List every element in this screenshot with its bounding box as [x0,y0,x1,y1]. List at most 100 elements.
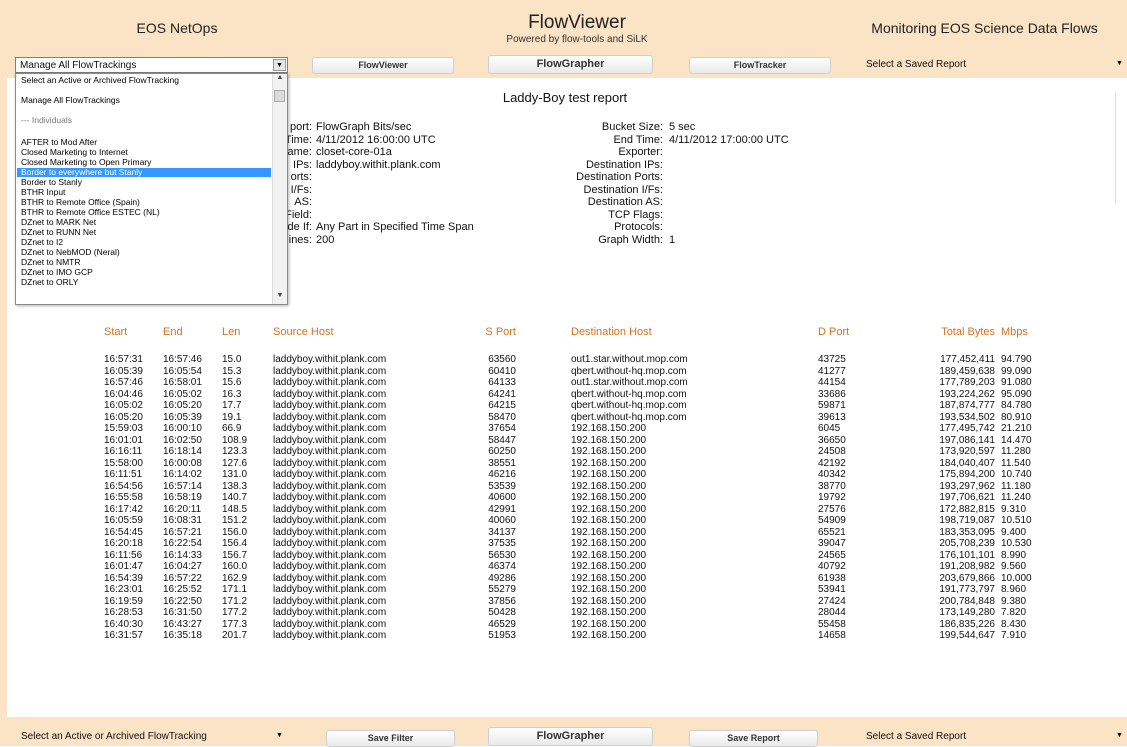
table-cell: laddyboy.withit.plank.com [273,572,387,584]
page-scrollbar[interactable] [1115,93,1126,203]
dropdown-option[interactable]: BTHR to Remote Office (Spain) [21,198,140,207]
app-title: FlowViewer [528,12,626,33]
dropdown-option[interactable]: DZnet to I2 [21,238,63,247]
table-cell: 11.240 [1001,492,1031,503]
table-row: 15:58:00 16:00:08 127.6 laddyboy.withit.pla… [0,458,1120,469]
table-cell: laddyboy.withit.plank.com [273,365,387,377]
dropdown-option[interactable]: DZnet to NebMOD (Neral) [21,248,120,257]
dropdown-option[interactable]: AFTER to Mod After [21,138,97,147]
table-cell: laddyboy.withit.plank.com [273,400,387,411]
dropdown-option[interactable]: Closed Marketing to Open Primary [21,158,151,167]
table-cell: laddyboy.withit.plank.com [273,607,387,618]
column-header: Total Bytes [941,326,995,338]
dropdown-option[interactable]: DZnet to MARK Net [21,218,96,227]
column-header: Mbps [1001,326,1028,338]
save-report-button[interactable]: Save Report [689,730,818,747]
dropdown-option[interactable]: Border to everywhere but Stanly [17,168,271,177]
param-value-left: 200 [316,233,335,246]
table-cell: laddyboy.withit.plank.com [273,457,387,469]
scroll-down-icon[interactable]: ▼ [273,292,287,304]
save-filter-button[interactable]: Save Filter [326,730,455,747]
dropdown-option[interactable]: DZnet to ORLY [21,278,78,287]
table-cell: 16:54:39 [104,572,143,584]
table-cell: laddyboy.withit.plank.com [273,584,387,595]
dropdown-option[interactable]: Closed Marketing to Internet [21,148,128,157]
table-cell: 15:59:03 [104,423,143,434]
report-title: Laddy-Boy test report [502,90,628,105]
dropdown-option[interactable]: BTHR to Remote Office ESTEC (NL) [21,208,160,217]
table-row: 16:28:53 16:31:50 177.2 laddyboy.withit.pla… [0,607,1120,618]
footer-flowgrapher-button[interactable]: FlowGrapher [488,727,653,746]
table-cell: 191,773,797 [939,584,995,595]
column-header: Start [104,326,128,338]
dropdown-option[interactable]: --- Individuals [21,116,72,125]
table-cell: laddyboy.withit.plank.com [273,561,387,572]
table-cell: 186,835,226 [939,618,995,630]
param-label-right: End Time: [613,133,663,146]
chevron-down-icon[interactable]: ▼ [1113,730,1126,742]
table-cell: 192.168.150.200 [571,618,647,630]
flowviewer-button[interactable]: FlowViewer [312,57,454,74]
table-cell: 198,719,087 [939,515,995,526]
scroll-up-icon[interactable]: ▲ [273,74,287,86]
table-cell: 37535 [488,538,516,549]
table-cell: qbert.without-hq.mop.com [571,400,687,411]
table-cell: 16:57:22 [163,572,202,584]
table-cell: 59871 [818,400,846,411]
table-cell: laddyboy.withit.plank.com [273,526,387,538]
table-cell: 192.168.150.200 [571,549,647,561]
dropdown-option[interactable]: Select an Active or Archived FlowTrackin… [21,76,179,85]
table-cell: 193,534,502 [939,411,995,423]
table-cell: 201.7 [222,630,248,641]
table-cell: 192.168.150.200 [571,515,647,526]
saved-report-select[interactable]: Select a Saved Report ▼ [862,57,1127,73]
tracking-select[interactable]: Manage All FlowTrackings ▼ [15,57,288,73]
table-row: 16:01:01 16:02:50 108.9 laddyboy.withit.pla… [0,435,1120,446]
table-cell: 56530 [488,549,516,561]
table-cell: 138.3 [222,480,248,492]
table-cell: 36650 [818,434,846,446]
dropdown-option[interactable]: DZnet to IMO GCP [21,268,93,277]
table-cell: 16:14:33 [163,549,202,561]
footer-saved-report-select-value: Select a Saved Report [866,731,967,742]
flowtracker-button[interactable]: FlowTracker [689,57,831,74]
param-label-right: Graph Width: [598,233,663,246]
table-cell: 16:05:39 [163,411,202,423]
table-cell: 19.1 [222,411,242,423]
dropdown-scrollbar[interactable]: ▲ ▼ [272,74,287,304]
table-cell: 60410 [488,365,516,377]
table-cell: 177,495,742 [939,423,995,434]
table-cell: 80.910 [1001,411,1032,423]
table-cell: 40342 [818,469,846,480]
chevron-down-icon[interactable]: ▼ [1113,58,1126,70]
table-cell: 16:31:57 [104,630,143,641]
dropdown-scroll-thumb[interactable] [274,90,285,102]
footer-saved-report-select[interactable]: Select a Saved Report ▼ [862,729,1127,745]
chevron-down-icon[interactable]: ▼ [273,59,286,71]
table-cell: 16:05:20 [104,411,143,423]
table-cell: 10.510 [1001,515,1032,526]
footer-tracking-select[interactable]: Select an Active or Archived FlowTrackin… [17,729,287,745]
dropdown-option[interactable]: Border to Stanly [21,178,82,187]
table-row: 16:11:56 16:14:33 156.7 laddyboy.withit.pla… [0,550,1120,561]
table-cell: 156.7 [222,549,248,561]
table-cell: 16:17:42 [104,503,143,515]
flowgrapher-button[interactable]: FlowGrapher [488,55,653,74]
dropdown-option[interactable]: BTHR Input [21,188,65,197]
table-cell: 37654 [488,423,516,434]
table-cell: 192.168.150.200 [571,457,647,469]
table-cell: 197,706,621 [939,492,995,503]
table-cell: 40060 [488,515,516,526]
app-title-block: FlowViewer Powered by flow-tools and SiL… [382,12,772,45]
table-cell: 9.400 [1001,526,1027,538]
dropdown-option[interactable]: DZnet to RUNN Net [21,228,96,237]
table-row: 16:11:51 16:14:02 131.0 laddyboy.withit.pla… [0,469,1120,480]
table-cell: 16:54:45 [104,526,143,538]
table-cell: 127.6 [222,457,248,469]
dropdown-option[interactable]: Manage All FlowTrackings [21,96,120,105]
tracking-dropdown-list[interactable]: Select an Active or Archived FlowTrackin… [15,73,288,305]
table-cell: 34137 [488,526,516,538]
table-cell: laddyboy.withit.plank.com [273,515,387,526]
dropdown-option[interactable]: DZnet to NMTR [21,258,81,267]
chevron-down-icon[interactable]: ▼ [273,730,286,742]
